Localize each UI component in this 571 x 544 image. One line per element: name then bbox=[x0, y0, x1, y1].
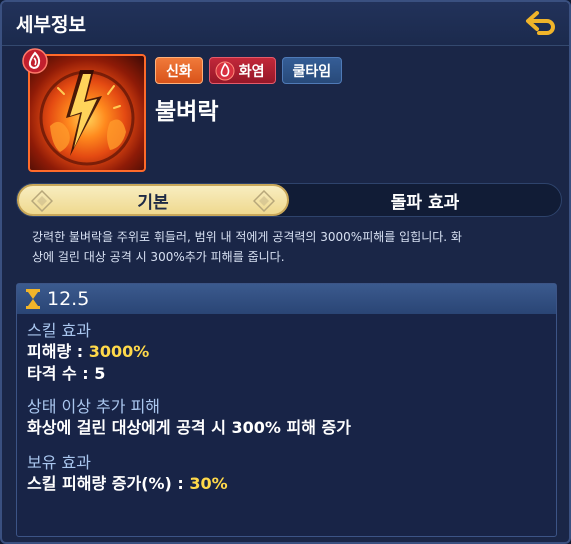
hits-value: 5 bbox=[94, 364, 106, 383]
tab-basic-label: 기본 bbox=[137, 192, 169, 213]
back-button[interactable] bbox=[523, 8, 559, 38]
tab-left-ornament-icon bbox=[31, 190, 53, 212]
status-bonus-title: 상태 이상 추가 피해 bbox=[27, 397, 161, 416]
tab-breakthrough[interactable]: 돌파 효과 bbox=[289, 184, 561, 216]
tab-breakthrough-label: 돌파 효과 bbox=[390, 192, 460, 213]
description-line-1: 강력한 불벼락을 주위로 휘들러, 범위 내 적에게 공격력의 3000%피해를… bbox=[32, 230, 462, 244]
page-title: 세부정보 bbox=[16, 14, 86, 36]
skill-details-box: 12.5 스킬 효과 피해량 : 3000% 타격 수 : 5 상태 이상 추가… bbox=[16, 283, 557, 537]
tab-right-ornament-icon bbox=[253, 190, 275, 212]
skill-detail-panel: 세부정보 신화 화염 쿨타임 불벼락 기본 돌파 효과 강력한 불벼락을 주위로… bbox=[0, 0, 571, 544]
skill-icon-frame bbox=[22, 48, 146, 172]
skill-description: 강력한 불벼락을 주위로 휘들러, 범위 내 적에게 공격력의 3000%피해를… bbox=[32, 227, 552, 267]
skill-effect-section: 스킬 효과 피해량 : 3000% 타격 수 : 5 bbox=[27, 320, 149, 385]
cooldown-type-tag: 쿨타임 bbox=[281, 57, 343, 84]
damage-value: 3000% bbox=[88, 342, 150, 361]
status-bonus-text: 화상에 걸린 대상에게 공격 시 300% 피해 증가 bbox=[27, 418, 351, 437]
damage-line: 피해량 : 3000% bbox=[27, 341, 149, 363]
passive-value: 30% bbox=[189, 474, 228, 493]
description-line-2: 상에 걸린 대상 공격 시 300%추가 피해를 줍니다. bbox=[32, 250, 285, 264]
status-bonus-section: 상태 이상 추가 피해 화상에 걸린 대상에게 공격 시 300% 피해 증가 bbox=[27, 396, 351, 439]
element-tag-label: 화염 bbox=[238, 63, 265, 80]
fire-element-icon bbox=[215, 61, 235, 80]
damage-label: 피해량 : bbox=[27, 342, 89, 361]
tab-basic[interactable]: 기본 bbox=[17, 184, 289, 216]
back-arrow-icon bbox=[526, 11, 555, 35]
passive-title: 보유 효과 bbox=[27, 453, 91, 472]
hits-label: 타격 수 : bbox=[27, 364, 95, 383]
passive-section: 보유 효과 스킬 피해량 증가(%) : 30% bbox=[27, 452, 228, 495]
element-tag: 화염 bbox=[208, 57, 276, 84]
detail-tabs: 기본 돌파 효과 bbox=[16, 183, 562, 217]
cooldown-value: 12.5 bbox=[47, 288, 90, 310]
fire-element-badge-icon bbox=[22, 48, 48, 74]
cooldown-type-tag-label: 쿨타임 bbox=[292, 63, 332, 80]
cooldown-bar: 12.5 bbox=[17, 284, 556, 314]
hourglass-icon bbox=[26, 289, 40, 309]
skill-tags: 신화 화염 쿨타임 bbox=[155, 57, 343, 84]
hits-line: 타격 수 : 5 bbox=[27, 363, 149, 385]
skill-name: 불벼락 bbox=[155, 99, 219, 125]
header-bar: 세부정보 bbox=[2, 2, 569, 46]
passive-label: 스킬 피해량 증가(%) : bbox=[27, 474, 190, 493]
rarity-tag: 신화 bbox=[155, 57, 203, 84]
passive-line: 스킬 피해량 증가(%) : 30% bbox=[27, 473, 228, 495]
skill-effect-title: 스킬 효과 bbox=[27, 321, 91, 340]
rarity-tag-label: 신화 bbox=[166, 63, 192, 80]
